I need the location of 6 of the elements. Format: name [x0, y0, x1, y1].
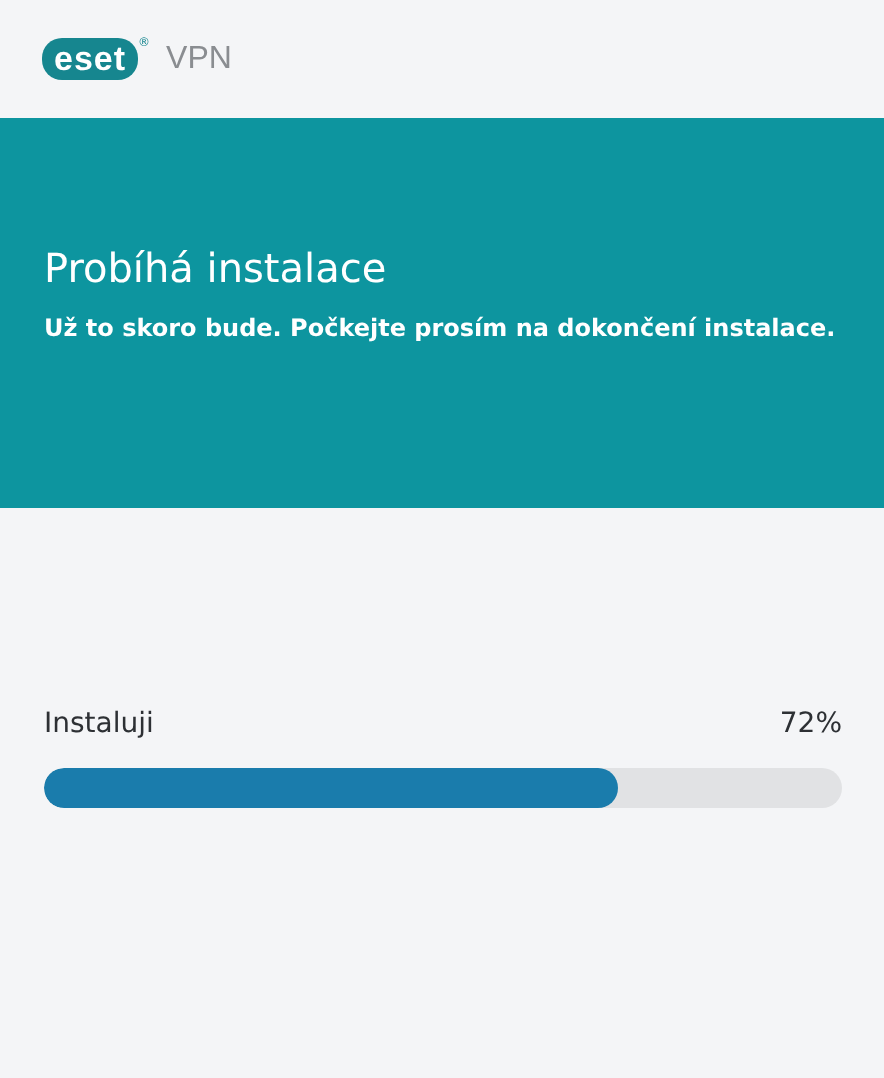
banner-subtitle: Už to skoro bude. Počkejte prosím na dokončení instalace.	[44, 314, 838, 342]
progress-label: Instaluji	[44, 708, 154, 740]
product-name: VPN	[166, 41, 232, 77]
banner-title: Probíhá instalace	[44, 242, 389, 294]
logo: eset	[42, 38, 139, 80]
progress-percent: 72%	[779, 708, 842, 740]
